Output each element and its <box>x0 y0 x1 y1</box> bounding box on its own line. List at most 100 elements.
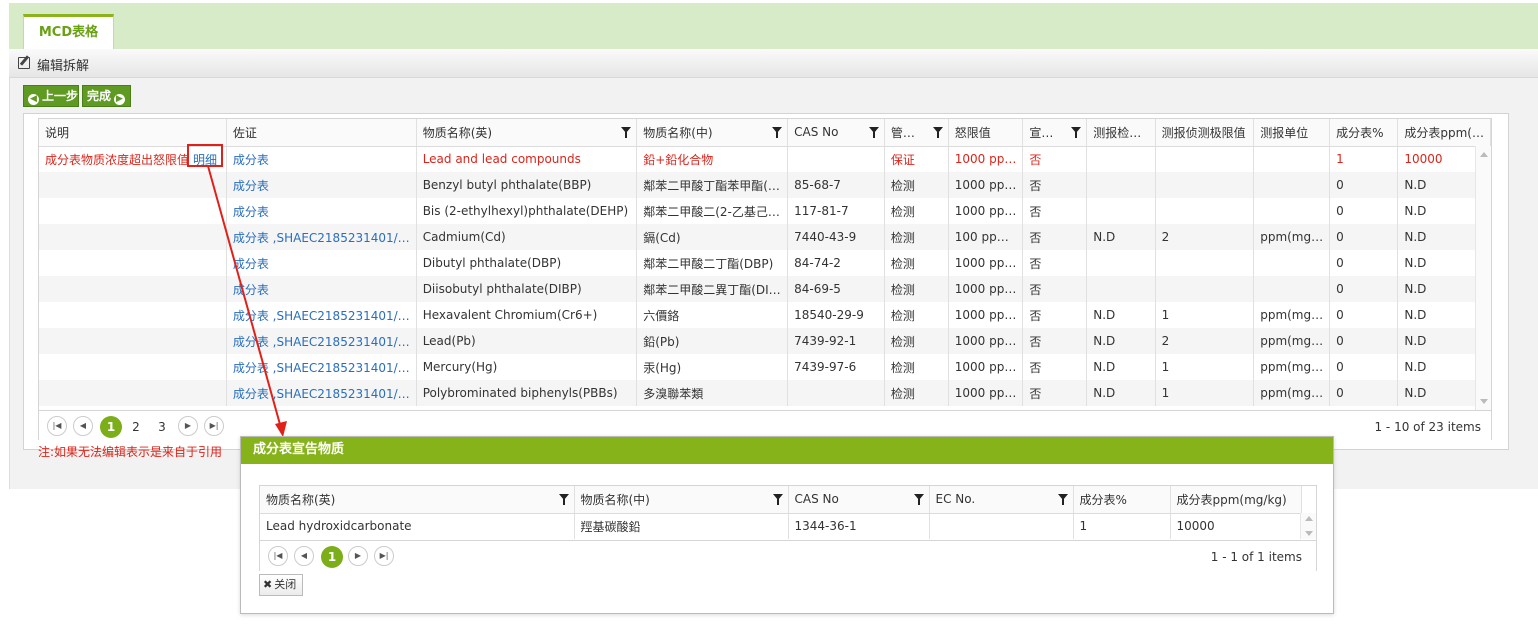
table-row[interactable]: 成分表 ,SHAEC2185231401/… Lead(Pb) 鉛(Pb) 7439-… <box>39 328 1491 354</box>
page-1-button[interactable]: 1 <box>321 546 343 568</box>
filter-icon[interactable] <box>1071 127 1082 138</box>
cell: 1 <box>1329 146 1399 172</box>
last-page-icon[interactable]: ▶| <box>204 416 224 436</box>
done-button[interactable]: 完成 ▶ <box>82 85 131 107</box>
next-page-icon[interactable]: ▶ <box>348 546 368 566</box>
cell[interactable]: 成分表 <box>226 146 417 172</box>
col-header[interactable]: 测报单位 <box>1253 119 1331 147</box>
col-header[interactable]: 测报检… <box>1086 119 1156 147</box>
cell: Benzyl butyl phthalate(BBP) <box>416 172 638 198</box>
table-row[interactable]: 成分表 ,SHAEC2185231401/… Cadmium(Cd) 鎘(Cd) 74… <box>39 224 1491 250</box>
cell: 鄰苯二甲酸丁酯苯甲酯(… <box>636 172 789 198</box>
cell: Mercury(Hg) <box>416 354 638 380</box>
col-header[interactable]: 佐证 <box>226 119 417 147</box>
filter-icon[interactable] <box>932 127 943 138</box>
main-table: 说明 佐证 物质名称(英) 物质名称(中) CAS No 管… 怒限值 宣… 测… <box>39 119 1491 406</box>
cell: 84-74-2 <box>787 250 885 276</box>
cell[interactable]: 成分表 <box>226 198 417 224</box>
cell[interactable]: 成分表 ,SHAEC2185231401/… <box>226 354 417 380</box>
close-button[interactable]: ✖ 关闭 <box>259 574 303 596</box>
col-header[interactable]: 物质名称(英) <box>416 119 638 147</box>
cell: 检测 <box>884 198 949 224</box>
cell[interactable]: 成分表 ,SHAEC2185231401/… <box>226 380 417 406</box>
main-vertical-scrollbar[interactable] <box>1475 146 1491 410</box>
col-header[interactable]: 管… <box>884 119 949 147</box>
cell[interactable]: 成分表 ,SHAEC2185231401/… <box>226 224 417 250</box>
col-header[interactable]: 成分表ppm(mg/kg) <box>1170 486 1302 514</box>
table-row[interactable]: 成分表 Bis (2-ethylhexyl)phthalate(DEHP) 鄰苯二甲… <box>39 198 1491 224</box>
scroll-down-icon[interactable] <box>1305 531 1313 536</box>
cell: ppm(mg… <box>1253 328 1331 354</box>
filter-icon[interactable] <box>868 127 879 138</box>
dialog-vertical-scrollbar[interactable] <box>1300 513 1316 539</box>
table-row[interactable]: 成分表 ,SHAEC2185231401/… Polybrominated bip… <box>39 380 1491 406</box>
cell <box>1086 198 1156 224</box>
col-header[interactable]: EC No. <box>929 486 1074 514</box>
col-header[interactable]: 说明 <box>39 119 227 147</box>
scroll-up-icon[interactable] <box>1480 152 1488 157</box>
col-header[interactable]: 宣… <box>1022 119 1088 147</box>
table-row[interactable]: 成分表 Benzyl butyl phthalate(BBP) 鄰苯二甲酸丁酯苯甲酯… <box>39 172 1491 198</box>
last-page-icon[interactable]: ▶| <box>374 546 394 566</box>
next-page-icon[interactable]: ▶ <box>178 416 198 436</box>
col-header[interactable]: 成分表% <box>1073 486 1171 514</box>
page-1-button[interactable]: 1 <box>100 416 122 438</box>
col-header[interactable]: 物质名称(中) <box>636 119 789 147</box>
cell: 汞(Hg) <box>636 354 789 380</box>
first-page-icon[interactable]: |◀ <box>47 416 67 436</box>
col-header[interactable]: 怒限值 <box>948 119 1024 147</box>
cell: 否 <box>1022 172 1088 198</box>
col-header[interactable]: 成分表% <box>1329 119 1399 147</box>
cell[interactable]: 成分表 <box>226 276 417 302</box>
cell: Hexavalent Chromium(Cr6+) <box>416 302 638 328</box>
cell[interactable]: 成分表 ,SHAEC2185231401/… <box>226 302 417 328</box>
filter-icon[interactable] <box>913 494 924 505</box>
table-row[interactable]: 成分表 ,SHAEC2185231401/… Mercury(Hg) 汞(Hg) 74… <box>39 354 1491 380</box>
cell: 鄰苯二甲酸二丁酯(DBP) <box>636 250 789 276</box>
cell: 1 <box>1155 380 1255 406</box>
table-row[interactable]: Lead hydroxidcarbonate 羥基碳酸鉛 1344-36-1 1… <box>260 513 1302 539</box>
col-header[interactable]: CAS No <box>788 486 930 514</box>
table-row[interactable]: 成分表 Dibutyl phthalate(DBP) 鄰苯二甲酸二丁酯(DBP) 84… <box>39 250 1491 276</box>
cell: N.D <box>1086 328 1156 354</box>
cell <box>39 328 227 354</box>
filter-icon[interactable] <box>772 127 783 138</box>
col-header[interactable]: 测报侦测极限值 <box>1155 119 1255 147</box>
scroll-down-icon[interactable] <box>1480 399 1488 404</box>
pager-info: 1 - 10 of 23 items <box>1374 420 1481 434</box>
dialog-title: 成分表宣告物质 <box>241 437 1333 464</box>
tab-mcd-table[interactable]: MCD表格 <box>23 14 114 49</box>
filter-icon[interactable] <box>621 127 632 138</box>
cell: 0 <box>1329 354 1399 380</box>
col-header[interactable]: 成分表ppm(… <box>1397 119 1491 147</box>
cell: 1000 pp… <box>948 276 1024 302</box>
cell[interactable]: 成分表 ,SHAEC2185231401/… <box>226 328 417 354</box>
filter-icon[interactable] <box>772 494 783 505</box>
cell[interactable]: 成分表 <box>226 250 417 276</box>
table-row[interactable]: 成分表 ,SHAEC2185231401/… Hexavalent Chromiu… <box>39 302 1491 328</box>
filter-icon[interactable] <box>558 494 569 505</box>
cell: 多溴聯苯類 <box>636 380 789 406</box>
page-2-button[interactable]: 2 <box>125 416 147 438</box>
col-header[interactable]: 物质名称(中) <box>574 486 789 514</box>
col-header[interactable]: 物质名称(英) <box>260 486 575 514</box>
col-header[interactable]: CAS No <box>787 119 885 147</box>
prev-page-icon[interactable]: ◀ <box>73 416 93 436</box>
table-row[interactable]: 成分表物质浓度超出怒限值 明细 成分表 Lead and lead compounds… <box>39 146 1491 172</box>
first-page-icon[interactable]: |◀ <box>268 546 288 566</box>
cell: 1000 pp… <box>948 354 1024 380</box>
filter-icon[interactable] <box>1057 494 1068 505</box>
cell[interactable]: 成分表 <box>226 172 417 198</box>
table-row[interactable]: 成分表 Diisobutyl phthalate(DIBP) 鄰苯二甲酸二異丁酯(D… <box>39 276 1491 302</box>
dialog-grid: 物质名称(英) 物质名称(中) CAS No EC No. 成分表% 成分表pp… <box>259 485 1317 571</box>
cell: Lead(Pb) <box>416 328 638 354</box>
cell <box>1086 276 1156 302</box>
cell <box>39 198 227 224</box>
page-3-button[interactable]: 3 <box>151 416 173 438</box>
scroll-up-icon[interactable] <box>1305 516 1313 521</box>
edit-disassemble-button[interactable]: 编辑拆解 <box>37 55 89 74</box>
cell: 1 <box>1073 513 1171 539</box>
cell: Bis (2-ethylhexyl)phthalate(DEHP) <box>416 198 638 224</box>
prev-step-button[interactable]: ◀ 上一步 <box>23 85 79 107</box>
prev-page-icon[interactable]: ◀ <box>294 546 314 566</box>
